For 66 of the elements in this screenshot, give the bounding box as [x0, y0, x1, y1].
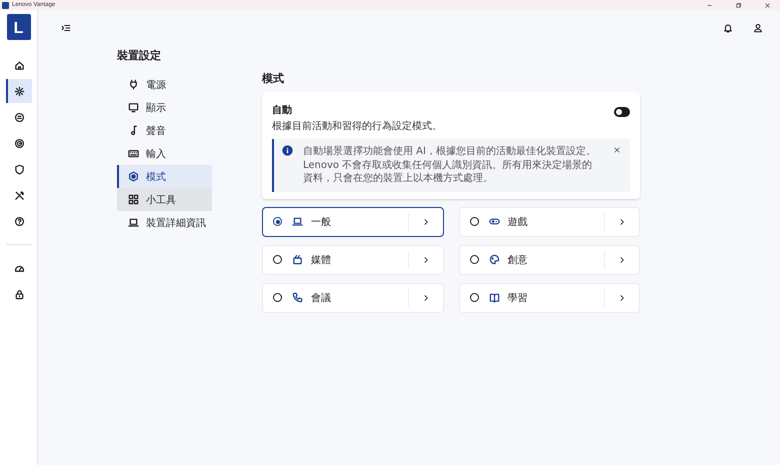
nav-item[interactable]: 裝置詳細資訊 [117, 211, 212, 234]
palette-icon [488, 254, 500, 265]
keyboard-icon [128, 148, 139, 159]
help-icon [14, 216, 25, 226]
mode-label: 創意 [508, 254, 528, 266]
toggle-switch[interactable] [614, 107, 630, 117]
hexagon-icon [128, 171, 139, 182]
chevron-right-icon[interactable] [422, 218, 430, 226]
music-note-icon [128, 125, 139, 136]
lock-icon [14, 288, 25, 300]
mode-option[interactable]: 創意 [458, 244, 640, 274]
laptop-icon [128, 217, 139, 228]
widgets-icon [128, 194, 139, 205]
close-icon [613, 146, 621, 154]
nav-item[interactable]: 聲音 [117, 119, 212, 142]
nav-item[interactable]: 小工具 [117, 188, 212, 211]
menu-icon [61, 23, 71, 33]
shield-icon [14, 164, 25, 174]
info-text: 自動場景選擇功能會使用 AI，根據您目前的活動最佳化裝置設定。Lenovo 不會存取或收集任何個人識別資訊。所有用來決定場景的資料，只會在您的裝置上以本機方式處理。 [303, 145, 597, 186]
radio-button[interactable] [470, 217, 478, 226]
gamepad-icon [488, 216, 500, 227]
bell-icon [723, 23, 733, 33]
chevron-right-icon[interactable] [422, 256, 430, 264]
app-small-logo-icon [2, 2, 9, 8]
book-icon [488, 292, 500, 303]
close-icon[interactable] [764, 2, 770, 8]
plug-icon [128, 79, 139, 90]
chevron-right-icon[interactable] [618, 294, 626, 302]
radio-button[interactable] [470, 255, 478, 264]
rail-button[interactable] [6, 79, 32, 103]
nav-item[interactable]: 模式 [117, 165, 212, 188]
page-title: 裝置設定 [117, 48, 162, 63]
laptop-icon [292, 216, 303, 227]
tools-icon [14, 190, 25, 200]
mode-label: 會議 [311, 292, 332, 304]
setting-title: 自動 [272, 104, 293, 117]
setting-description: 根據目前活動和習得的行為設定模式。 [272, 120, 442, 133]
monitor-icon [128, 102, 139, 113]
mode-label: 學習 [508, 292, 528, 304]
mode-label: 媒體 [311, 254, 332, 266]
nav-item[interactable]: 電源 [117, 73, 212, 96]
nav-item[interactable]: 顯示 [117, 96, 212, 119]
info-icon [282, 145, 293, 156]
radio-button[interactable] [273, 255, 282, 264]
mode-option[interactable]: 一般 [262, 206, 444, 236]
mode-label: 遊戲 [508, 216, 528, 228]
chevron-right-icon[interactable] [618, 256, 626, 264]
chevron-right-icon[interactable] [422, 294, 430, 302]
mode-label: 一般 [311, 216, 332, 228]
restore-icon[interactable] [734, 2, 742, 8]
nav-item[interactable]: 輸入 [117, 142, 212, 165]
close-button[interactable] [612, 145, 622, 155]
radio-button[interactable] [273, 293, 282, 302]
user-icon [753, 23, 763, 33]
home-icon [14, 60, 25, 70]
radio-button[interactable] [273, 217, 282, 226]
mode-option[interactable]: 媒體 [262, 244, 444, 274]
chevron-right-icon[interactable] [618, 218, 626, 226]
clapperboard-icon [292, 254, 303, 265]
mode-option[interactable]: 學習 [458, 282, 640, 312]
mode-option[interactable]: 會議 [262, 282, 444, 312]
radio-button[interactable] [470, 293, 478, 302]
phone-icon [292, 292, 303, 303]
section-title: 模式 [262, 71, 285, 86]
mode-option[interactable]: 遊戲 [458, 206, 640, 236]
app-logo[interactable]: L [6, 14, 30, 40]
